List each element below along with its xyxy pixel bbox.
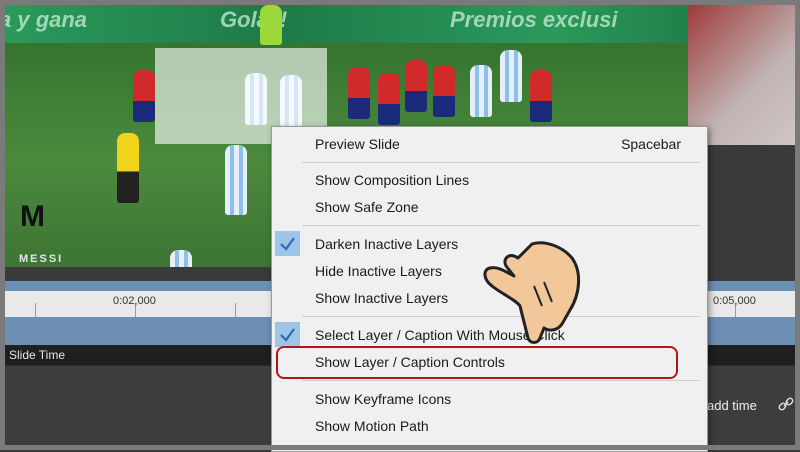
menu-separator xyxy=(302,162,700,163)
menu-item-label: Darken Inactive Layers xyxy=(315,236,459,252)
check-icon xyxy=(275,322,300,347)
player xyxy=(170,250,192,267)
menu-item-label: Show Safe Zone xyxy=(315,199,419,215)
menu-item-label: Preview Slide xyxy=(315,136,400,152)
menu-separator xyxy=(302,225,700,226)
highlight-outline xyxy=(276,346,678,379)
ruler-tick xyxy=(35,303,36,317)
link-icon[interactable] xyxy=(778,396,794,412)
menu-item-preview-slide[interactable]: Preview Slide Spacebar xyxy=(272,130,705,157)
ruler-tick xyxy=(235,303,236,317)
messi-logo: M xyxy=(20,200,45,233)
banner-text-left: a y gana xyxy=(5,7,88,32)
menu-item-show-composition-lines[interactable]: Show Composition Lines xyxy=(272,166,705,193)
check-icon xyxy=(275,231,300,256)
player xyxy=(225,145,247,215)
menu-item-label: Show Inactive Layers xyxy=(315,290,449,306)
player xyxy=(117,133,139,203)
ruler-label: 0:05,000 xyxy=(713,295,756,307)
menu-item-label: Show Motion Path xyxy=(315,418,429,434)
menu-item-label: Hide Inactive Layers xyxy=(315,263,442,279)
banner-text-right: Premios exclusi xyxy=(450,7,618,32)
menu-item-label: Show Keyframe Icons xyxy=(315,391,452,407)
pointing-hand-icon xyxy=(483,241,580,344)
side-thumbnail xyxy=(688,5,795,145)
player xyxy=(260,5,282,45)
player xyxy=(378,73,400,125)
menu-item-show-safe-zone[interactable]: Show Safe Zone xyxy=(272,193,705,220)
slide-time-label: Slide Time xyxy=(9,348,66,362)
messi-logo-text: MESSI xyxy=(19,253,64,265)
player xyxy=(530,70,552,122)
menu-separator xyxy=(302,380,700,381)
menu-item-show-motion-path[interactable]: Show Motion Path xyxy=(272,412,705,439)
stadium-banner: a y gana Golaz! Premios exclusi xyxy=(5,5,688,43)
player xyxy=(405,60,427,112)
player xyxy=(470,65,492,117)
player xyxy=(433,65,455,117)
player xyxy=(348,67,370,119)
player xyxy=(133,70,155,122)
menu-item-shortcut: Spacebar xyxy=(621,136,681,152)
player xyxy=(500,50,522,102)
menu-item-show-keyframe-icons[interactable]: Show Keyframe Icons xyxy=(272,385,705,412)
ruler-label: 0:02,000 xyxy=(113,295,156,307)
add-time-button[interactable]: add time xyxy=(707,398,757,413)
menu-item-label: Show Composition Lines xyxy=(315,172,470,188)
